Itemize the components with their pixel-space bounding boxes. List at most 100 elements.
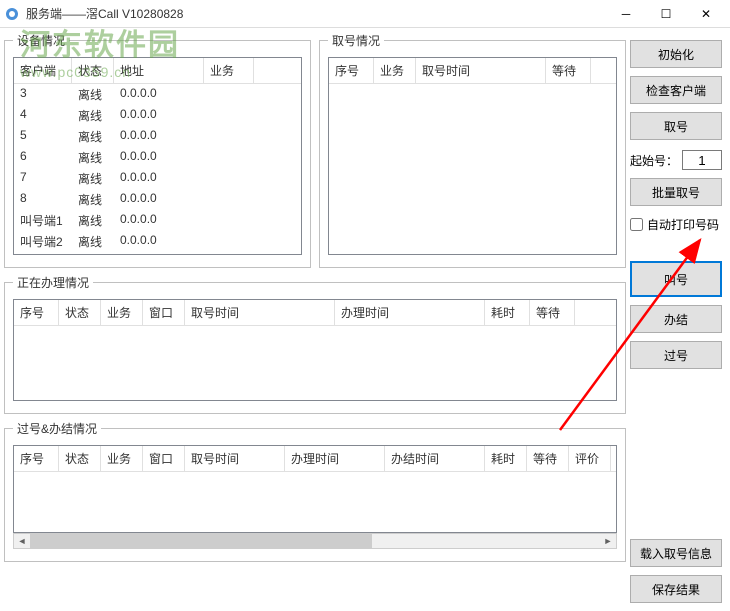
table-cell — [204, 231, 254, 252]
column-header[interactable]: 客户端 — [14, 58, 72, 83]
column-header[interactable]: 取号时间 — [185, 300, 335, 325]
column-header[interactable]: 取号时间 — [416, 58, 546, 83]
column-header[interactable]: 办结时间 — [385, 446, 485, 471]
column-header[interactable]: 办理时间 — [285, 446, 385, 471]
take-number-button[interactable]: 取号 — [630, 112, 722, 140]
history-group: 过号&办结情况 序号状态业务窗口取号时间办理时间办结时间耗时等待评价 ◄ ► — [4, 420, 626, 562]
table-cell: 0.0.0.0 — [114, 252, 204, 255]
table-cell: 离线 — [72, 147, 114, 168]
history-table[interactable]: 序号状态业务窗口取号时间办理时间办结时间耗时等待评价 — [13, 445, 617, 533]
table-cell: 6 — [14, 147, 72, 168]
processing-table[interactable]: 序号状态业务窗口取号时间办理时间耗时等待 — [13, 299, 617, 401]
finish-button[interactable]: 办结 — [630, 305, 722, 333]
app-icon — [4, 6, 20, 22]
column-header[interactable]: 序号 — [329, 58, 374, 83]
table-cell: 4 — [14, 105, 72, 126]
table-cell: 离线 — [72, 210, 114, 231]
table-row[interactable]: 取号端1离线0.0.0.0 — [14, 252, 301, 255]
table-cell — [204, 84, 254, 105]
column-header[interactable]: 业务 — [101, 300, 143, 325]
column-header[interactable]: 办理时间 — [335, 300, 485, 325]
table-cell: 叫号端1 — [14, 210, 72, 231]
table-cell: 0.0.0.0 — [114, 210, 204, 231]
column-header[interactable]: 等待 — [530, 300, 575, 325]
device-status-group: 设备情况 客户端状态地址业务 3离线0.0.0.04离线0.0.0.05离线0.… — [4, 32, 311, 268]
table-cell — [204, 168, 254, 189]
device-status-legend: 设备情况 — [13, 32, 69, 49]
table-row[interactable]: 8离线0.0.0.0 — [14, 189, 301, 210]
table-cell — [204, 105, 254, 126]
table-cell: 0.0.0.0 — [114, 168, 204, 189]
column-header[interactable]: 业务 — [204, 58, 254, 83]
column-header[interactable]: 窗口 — [143, 446, 185, 471]
queue-status-group: 取号情况 序号业务取号时间等待 — [319, 32, 626, 268]
column-header[interactable]: 取号时间 — [185, 446, 285, 471]
save-result-button[interactable]: 保存结果 — [630, 575, 722, 603]
call-button[interactable]: 叫号 — [630, 261, 722, 297]
column-header[interactable]: 等待 — [527, 446, 569, 471]
check-client-button[interactable]: 检查客户端 — [630, 76, 722, 104]
skip-button[interactable]: 过号 — [630, 341, 722, 369]
table-row[interactable]: 5离线0.0.0.0 — [14, 126, 301, 147]
column-header[interactable]: 窗口 — [143, 300, 185, 325]
minimize-button[interactable]: ─ — [606, 0, 646, 28]
history-scrollbar[interactable]: ◄ ► — [13, 533, 617, 549]
column-header[interactable]: 状态 — [59, 446, 101, 471]
table-cell: 8 — [14, 189, 72, 210]
auto-print-checkbox[interactable] — [630, 218, 643, 231]
table-row[interactable]: 6离线0.0.0.0 — [14, 147, 301, 168]
scroll-right-icon[interactable]: ► — [600, 534, 616, 548]
table-row[interactable]: 叫号端1离线0.0.0.0 — [14, 210, 301, 231]
table-cell: 3 — [14, 84, 72, 105]
table-cell: 离线 — [72, 105, 114, 126]
maximize-button[interactable]: ☐ — [646, 0, 686, 28]
table-cell — [204, 126, 254, 147]
titlebar: 服务端——滘Call V10280828 ─ ☐ ✕ — [0, 0, 730, 28]
column-header[interactable]: 业务 — [374, 58, 416, 83]
table-cell — [204, 210, 254, 231]
table-cell: 0.0.0.0 — [114, 189, 204, 210]
start-number-input[interactable] — [682, 150, 722, 170]
column-header[interactable]: 序号 — [14, 446, 59, 471]
table-row[interactable]: 3离线0.0.0.0 — [14, 84, 301, 105]
auto-print-row[interactable]: 自动打印号码 — [630, 216, 722, 233]
processing-legend: 正在办理情况 — [13, 274, 93, 291]
table-cell: 离线 — [72, 126, 114, 147]
table-cell: 5 — [14, 126, 72, 147]
table-row[interactable]: 7离线0.0.0.0 — [14, 168, 301, 189]
window-title: 服务端——滘Call V10280828 — [26, 5, 606, 22]
column-header[interactable]: 地址 — [114, 58, 204, 83]
processing-group: 正在办理情况 序号状态业务窗口取号时间办理时间耗时等待 — [4, 274, 626, 414]
column-header[interactable]: 评价 — [569, 446, 611, 471]
table-cell: 0.0.0.0 — [114, 84, 204, 105]
table-cell: 离线 — [72, 189, 114, 210]
column-header[interactable]: 状态 — [72, 58, 114, 83]
table-cell: 0.0.0.0 — [114, 147, 204, 168]
column-header[interactable]: 等待 — [546, 58, 591, 83]
table-cell: 0.0.0.0 — [114, 231, 204, 252]
device-table[interactable]: 客户端状态地址业务 3离线0.0.0.04离线0.0.0.05离线0.0.0.0… — [13, 57, 302, 255]
column-header[interactable]: 耗时 — [485, 300, 530, 325]
column-header[interactable]: 序号 — [14, 300, 59, 325]
column-header[interactable]: 业务 — [101, 446, 143, 471]
table-cell: 离线 — [72, 168, 114, 189]
auto-print-label: 自动打印号码 — [647, 216, 719, 233]
load-info-button[interactable]: 载入取号信息 — [630, 539, 722, 567]
table-cell: 7 — [14, 168, 72, 189]
sidebar: 初始化 检查客户端 取号 起始号： 批量取号 自动打印号码 叫号 办结 过号 载… — [626, 32, 726, 607]
queue-table[interactable]: 序号业务取号时间等待 — [328, 57, 617, 255]
table-row[interactable]: 叫号端2离线0.0.0.0 — [14, 231, 301, 252]
column-header[interactable]: 状态 — [59, 300, 101, 325]
batch-take-button[interactable]: 批量取号 — [630, 178, 722, 206]
table-cell: 0.0.0.0 — [114, 105, 204, 126]
table-cell — [204, 252, 254, 255]
column-header[interactable]: 耗时 — [485, 446, 527, 471]
init-button[interactable]: 初始化 — [630, 40, 722, 68]
table-cell: 取号端1 — [14, 252, 72, 255]
table-cell: 离线 — [72, 252, 114, 255]
table-row[interactable]: 4离线0.0.0.0 — [14, 105, 301, 126]
scroll-left-icon[interactable]: ◄ — [14, 534, 30, 548]
table-cell: 叫号端2 — [14, 231, 72, 252]
close-button[interactable]: ✕ — [686, 0, 726, 28]
table-cell — [204, 147, 254, 168]
